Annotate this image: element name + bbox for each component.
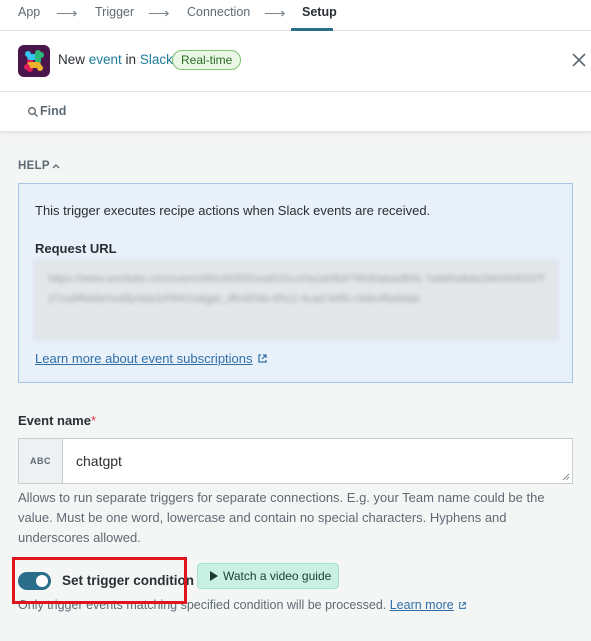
help-toggle[interactable]: HELP xyxy=(18,160,50,172)
trigger-title: New event in Slack xyxy=(58,52,173,67)
step-connection[interactable]: Connection xyxy=(187,5,250,19)
find-bar[interactable]: Find xyxy=(0,92,591,132)
resize-handle-icon[interactable] xyxy=(562,473,570,481)
external-link-icon xyxy=(458,602,466,609)
event-name-help: Allows to run separate triggers for sepa… xyxy=(18,490,545,545)
trigger-header: New event in Slack Real-time xyxy=(0,31,591,92)
help-panel: This trigger executes recipe actions whe… xyxy=(18,183,573,383)
learn-more-link[interactable]: Learn more xyxy=(390,598,454,612)
slack-logo-icon xyxy=(18,45,50,77)
event-subscriptions-link[interactable]: Learn more about event subscriptions xyxy=(35,351,268,366)
search-icon xyxy=(28,107,38,117)
event-subscriptions-link-text[interactable]: Learn more about event subscriptions xyxy=(35,351,253,366)
arrow-right-icon: ⟶ xyxy=(264,5,286,22)
title-mid: in xyxy=(121,52,140,67)
title-app[interactable]: Slack xyxy=(140,52,173,67)
title-prefix: New xyxy=(58,52,89,67)
arrow-right-icon: ⟶ xyxy=(148,5,170,22)
external-link-icon xyxy=(257,354,267,363)
request-url-label: Request URL xyxy=(35,241,117,256)
text-type-tag: ABC xyxy=(19,439,63,483)
annotation-highlight-box xyxy=(12,557,187,604)
setup-stepper: App ⟶ Trigger ⟶ Connection ⟶ Setup xyxy=(0,0,591,31)
title-event[interactable]: event xyxy=(89,52,122,67)
play-icon xyxy=(210,571,218,581)
help-description: This trigger executes recipe actions whe… xyxy=(35,203,431,218)
required-marker: * xyxy=(90,413,97,428)
event-name-label: Event name* xyxy=(18,413,96,428)
event-name-value[interactable]: chatgpt xyxy=(76,453,122,469)
step-setup[interactable]: Setup xyxy=(302,5,337,19)
close-icon[interactable] xyxy=(570,51,588,69)
step-app[interactable]: App xyxy=(18,5,40,19)
watch-video-button[interactable]: Watch a video guide xyxy=(197,563,339,589)
step-trigger[interactable]: Trigger xyxy=(95,5,134,19)
arrow-right-icon: ⟶ xyxy=(56,5,78,22)
event-name-label-text: Event name xyxy=(18,413,91,428)
find-label[interactable]: Find xyxy=(40,104,66,118)
event-name-field[interactable]: ABC chatgpt xyxy=(18,438,573,484)
request-url-field[interactable]: https://www.workato.com/users/981463f2f1… xyxy=(35,260,557,340)
watch-video-label[interactable]: Watch a video guide xyxy=(223,569,331,583)
chevron-up-icon[interactable] xyxy=(51,162,61,170)
realtime-badge: Real-time xyxy=(172,50,242,70)
